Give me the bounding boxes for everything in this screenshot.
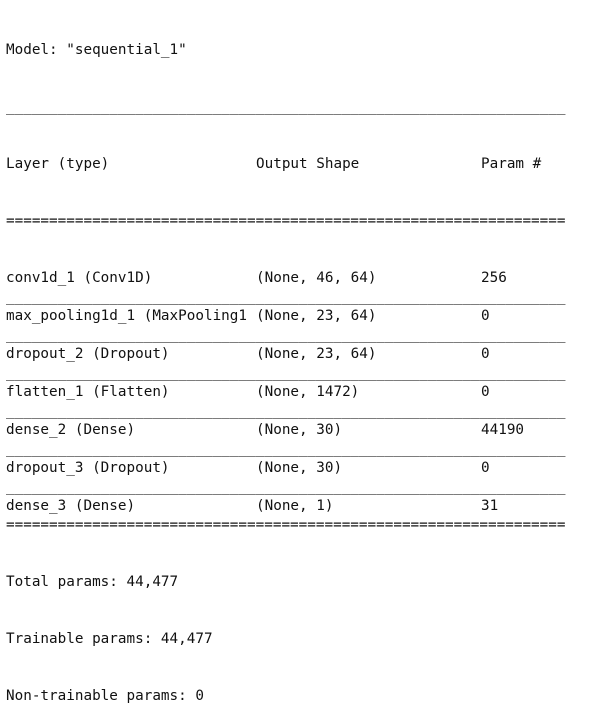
model-title: Model: "sequential_1"	[6, 42, 187, 58]
param-count: 44190	[481, 422, 525, 438]
table-row: max_pooling1d_1 (MaxPooling1 (None, 23, 6…	[6, 307, 576, 326]
table-row: dropout_2 (Dropout) (None, 23, 64) 0	[6, 345, 576, 364]
output-shape: (None, 23, 64)	[256, 308, 377, 324]
divider: ________________________________________…	[6, 441, 566, 457]
output-shape: (None, 30)	[256, 460, 343, 476]
divider: ________________________________________…	[6, 99, 566, 115]
divider: ________________________________________…	[6, 327, 566, 343]
layer-name: dense_3 (Dense)	[6, 498, 136, 514]
divider: ________________________________________…	[6, 479, 566, 495]
layer-name: dropout_2 (Dropout)	[6, 346, 170, 362]
header-layer: Layer (type)	[6, 156, 110, 172]
layer-name: flatten_1 (Flatten)	[6, 384, 170, 400]
divider: ========================================…	[6, 517, 566, 533]
table-row: dense_3 (Dense) (None, 1) 31	[6, 497, 576, 516]
param-count: 0	[481, 346, 490, 362]
divider: ________________________________________…	[6, 403, 566, 419]
total-params: Total params: 44,477	[6, 574, 179, 590]
param-count: 31	[481, 498, 499, 514]
layer-name: dense_2 (Dense)	[6, 422, 136, 438]
output-shape: (None, 46, 64)	[256, 270, 377, 286]
table-row: conv1d_1 (Conv1D) (None, 46, 64) 256	[6, 269, 576, 288]
output-shape: (None, 1)	[256, 498, 334, 514]
output-shape: (None, 23, 64)	[256, 346, 377, 362]
table-row: flatten_1 (Flatten) (None, 1472) 0	[6, 383, 576, 402]
param-count: 0	[481, 384, 490, 400]
divider: ========================================…	[6, 213, 566, 229]
output-shape: (None, 30)	[256, 422, 343, 438]
param-count: 0	[481, 460, 490, 476]
model-summary-output: Model: "sequential_1" __________________…	[6, 3, 576, 725]
table-row: dropout_3 (Dropout) (None, 30) 0	[6, 459, 576, 478]
divider: ________________________________________…	[6, 365, 566, 381]
non-trainable-params: Non-trainable params: 0	[6, 688, 204, 704]
layer-name: dropout_3 (Dropout)	[6, 460, 170, 476]
layer-name: conv1d_1 (Conv1D)	[6, 270, 153, 286]
output-shape: (None, 1472)	[256, 384, 360, 400]
divider: ________________________________________…	[6, 289, 566, 305]
header-output-shape: Output Shape	[256, 156, 360, 172]
trainable-params: Trainable params: 44,477	[6, 631, 213, 647]
header-row: Layer (type) Output Shape Param #	[6, 155, 576, 174]
param-count: 256	[481, 270, 507, 286]
param-count: 0	[481, 308, 490, 324]
header-param: Param #	[481, 156, 542, 172]
layer-name: max_pooling1d_1 (MaxPooling1	[6, 308, 248, 324]
table-row: dense_2 (Dense) (None, 30) 44190	[6, 421, 576, 440]
